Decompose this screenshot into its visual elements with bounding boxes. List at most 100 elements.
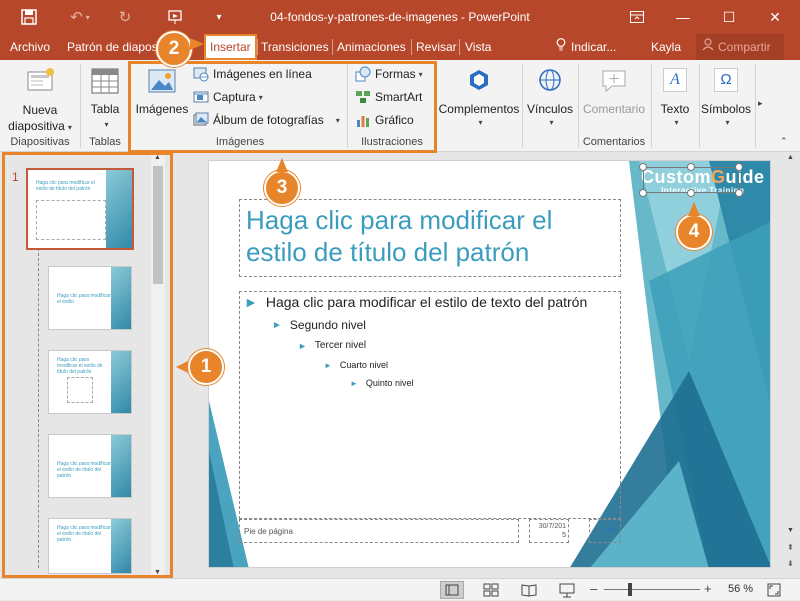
collapse-ribbon-icon[interactable]: ⌃ [780, 136, 788, 147]
callout-4: 4 [676, 214, 712, 250]
zoom-in-button[interactable]: + [704, 581, 712, 596]
tab-divider [332, 39, 333, 55]
slide-editor: CustomGuide Interactive Training Haga cl… [172, 152, 800, 578]
chevron-down-icon: ▾ [674, 118, 679, 127]
slide-sorter-button[interactable] [482, 582, 500, 601]
fit-to-window-button[interactable] [766, 582, 782, 601]
symbols-button[interactable]: Ω Símbolos ▾ [700, 64, 752, 127]
normal-view-icon [445, 584, 459, 596]
bullet-marker: ► [324, 360, 332, 370]
resize-handle[interactable] [735, 163, 743, 171]
table-icon [90, 66, 120, 98]
reading-view-button[interactable] [520, 582, 538, 601]
tab-transiciones[interactable]: Transiciones [261, 34, 329, 60]
slide-title-line-2: estilo de título del patrón [246, 237, 530, 267]
bullet-level-2-text: Segundo nivel [289, 318, 366, 332]
group-divider [578, 64, 579, 148]
ribbon-display-icon[interactable] [614, 0, 660, 34]
tab-divider [459, 39, 460, 55]
date-placeholder[interactable]: 30/7/201 5 [529, 519, 569, 543]
comment-icon [600, 68, 628, 94]
reading-view-icon [521, 584, 537, 597]
addins-label: Complementos [438, 102, 520, 116]
bullet-marker: ► [350, 378, 358, 388]
new-slide-label-1: Nueva [22, 103, 58, 117]
editor-scrollbar[interactable]: ▲ ▼ ⇞ ⇟ [784, 152, 798, 578]
footer-text: Pie de página [244, 527, 293, 536]
resize-handle[interactable] [735, 189, 743, 197]
slide-title: Haga clic para modificar el estilo de tí… [246, 204, 552, 268]
callout-pointer [276, 158, 288, 172]
addins-button[interactable]: Complementos ▾ [438, 64, 520, 127]
tell-me-label: Indicar... [571, 40, 617, 54]
tab-revisar[interactable]: Revisar [416, 34, 457, 60]
user-name[interactable]: Kayla [651, 34, 681, 60]
tab-vista[interactable]: Vista [465, 34, 491, 60]
table-button[interactable]: Tabla ▾ [84, 64, 126, 129]
group-divider [755, 64, 756, 148]
bullet-marker: ► [244, 294, 258, 310]
content-placeholder[interactable]: ► Haga clic para modificar el estilo de t… [239, 291, 621, 519]
bullet-level-3-text: Tercer nivel [314, 340, 367, 351]
text-button[interactable]: A Texto ▾ [653, 64, 697, 127]
resize-handle[interactable] [639, 163, 647, 171]
bullet-marker: ► [272, 319, 282, 331]
callout-3: 3 [264, 170, 300, 206]
chevron-down-icon: ▾ [549, 118, 554, 127]
scroll-down-icon[interactable]: ▼ [787, 527, 794, 534]
footer-placeholder[interactable]: Pie de página [239, 519, 519, 543]
slideshow-button[interactable] [558, 582, 576, 601]
fit-window-icon [767, 583, 781, 597]
date-text: 30/7/201 5 [539, 522, 566, 540]
close-icon[interactable]: ✕ [752, 0, 798, 34]
resize-handle[interactable] [639, 189, 647, 197]
zoom-level[interactable]: 56 % [728, 583, 753, 595]
new-slide-button[interactable]: Nueva diapositiva ▾ [4, 64, 76, 136]
highlight-slide-panel [2, 152, 173, 578]
tab-patron[interactable]: Patrón de diapos [67, 34, 158, 60]
zoom-out-button[interactable]: – [590, 581, 597, 596]
highlight-insert-tab [204, 34, 257, 60]
slide-sorter-icon [483, 583, 499, 597]
link-icon [538, 68, 562, 92]
bullet-level-5: ► Quinto nivel [350, 378, 413, 388]
zoom-slider[interactable] [604, 589, 700, 590]
tab-divider [411, 39, 412, 55]
normal-view-button[interactable] [440, 581, 464, 599]
share-button[interactable]: Compartir [696, 34, 784, 60]
slide-number-placeholder[interactable]: ‹Nº› [589, 519, 621, 543]
highlight-images-group [128, 61, 437, 153]
links-button[interactable]: Vínculos ▾ [524, 64, 576, 127]
chevron-down-icon: ▾ [104, 120, 109, 129]
resize-handle[interactable] [687, 189, 695, 197]
comment-button[interactable]: Comentario [580, 64, 648, 116]
slideshow-icon [559, 583, 575, 598]
title-placeholder[interactable]: Haga clic para modificar el estilo de tí… [239, 199, 621, 277]
restore-icon[interactable]: ☐ [706, 0, 752, 34]
callout-pointer [688, 202, 700, 216]
new-slide-label-2: diapositiva ▾ [8, 119, 72, 133]
bullet-level-4-text: Cuarto nivel [339, 360, 388, 370]
ribbon-scroll-right-icon[interactable]: ▸ [758, 98, 763, 109]
minimize-icon[interactable]: — [660, 0, 706, 34]
date-text-line-2: 5 [562, 532, 566, 539]
previous-slide-icon[interactable]: ⇞ [787, 543, 794, 552]
slide-number-text: ‹Nº› [604, 527, 617, 534]
group-divider [651, 64, 652, 148]
resize-handle[interactable] [687, 163, 695, 171]
bullet-level-2: ► Segundo nivel [272, 318, 366, 332]
new-slide-icon [24, 66, 56, 98]
group-divider [80, 64, 81, 148]
bullet-level-1: ► Haga clic para modificar el estilo de t… [244, 294, 587, 310]
scroll-up-icon[interactable]: ▲ [787, 154, 794, 161]
next-slide-icon[interactable]: ⇟ [787, 559, 794, 568]
group-label-tablas: Tablas [89, 136, 121, 148]
date-text-line-1: 30/7/201 [538, 523, 566, 530]
symbols-label: Símbolos [700, 102, 752, 116]
group-label-diapositivas: Diapositivas [10, 136, 70, 148]
tab-archivo[interactable]: Archivo [10, 34, 50, 60]
tab-animaciones[interactable]: Animaciones [337, 34, 406, 60]
zoom-slider-thumb[interactable] [628, 583, 632, 596]
tell-me-search[interactable]: Indicar... [556, 34, 616, 60]
callout-1: 1 [188, 349, 224, 385]
